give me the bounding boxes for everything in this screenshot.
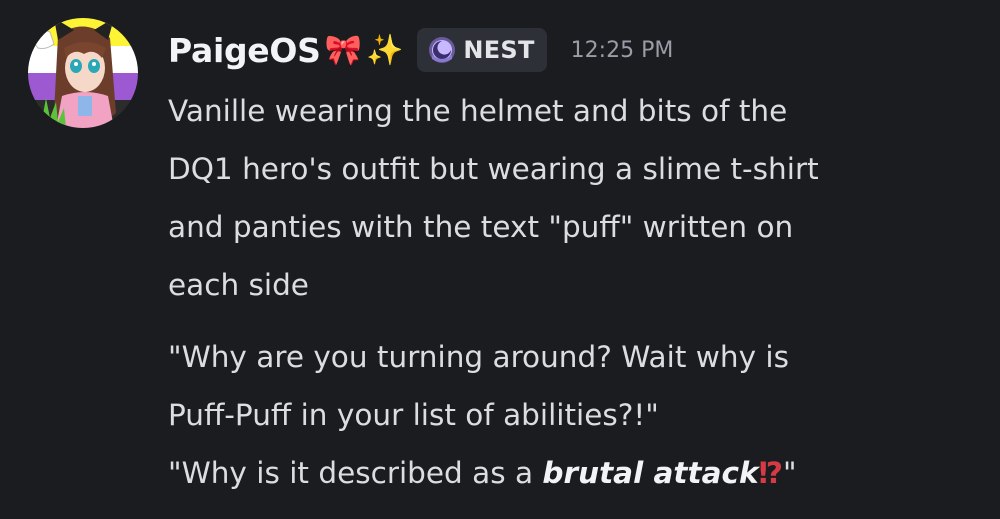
avatar[interactable] bbox=[28, 18, 138, 128]
message-paragraph: "Why are you turning around? Wait why is… bbox=[168, 328, 988, 502]
user-avatar-image bbox=[28, 18, 138, 128]
guild-tag-badge[interactable]: NEST bbox=[417, 28, 547, 72]
emphasis-text: brutal attack bbox=[542, 456, 759, 490]
text-line: Puff-Puff in your list of abilities?!" bbox=[168, 398, 659, 432]
chat-message: PaigeOS 🎀 ✨ NEST 12:25 PM Vanille wearin… bbox=[0, 0, 1000, 519]
text-line: "Why are you turning around? Wait why is bbox=[168, 340, 789, 374]
message-paragraph: Vanille wearing the helmet and bits of t… bbox=[168, 82, 988, 314]
text-line: DQ1 hero's outfit but wearing a slime t-… bbox=[168, 152, 819, 186]
text-line: and panties with the text "puff" written… bbox=[168, 210, 794, 244]
message-timestamp[interactable]: 12:25 PM bbox=[571, 38, 674, 63]
sparkles-icon: ✨ bbox=[365, 32, 404, 68]
ribbon-icon: 🎀 bbox=[324, 32, 362, 68]
message-header: PaigeOS 🎀 ✨ NEST 12:25 PM bbox=[168, 24, 673, 76]
author-name[interactable]: PaigeOS bbox=[168, 31, 321, 70]
text-line: each side bbox=[168, 268, 309, 302]
interrobang-icon: ⁉ bbox=[758, 456, 784, 490]
text-line: "Why is it described as a brutal attack⁉… bbox=[168, 444, 988, 502]
text-segment: "Why is it described as a bbox=[168, 456, 543, 490]
moon-nest-icon bbox=[429, 37, 456, 63]
text-line: Vanille wearing the helmet and bits of t… bbox=[168, 94, 788, 128]
text-segment: " bbox=[783, 456, 797, 490]
guild-tag-label: NEST bbox=[463, 36, 535, 64]
message-content: Vanille wearing the helmet and bits of t… bbox=[168, 82, 988, 502]
